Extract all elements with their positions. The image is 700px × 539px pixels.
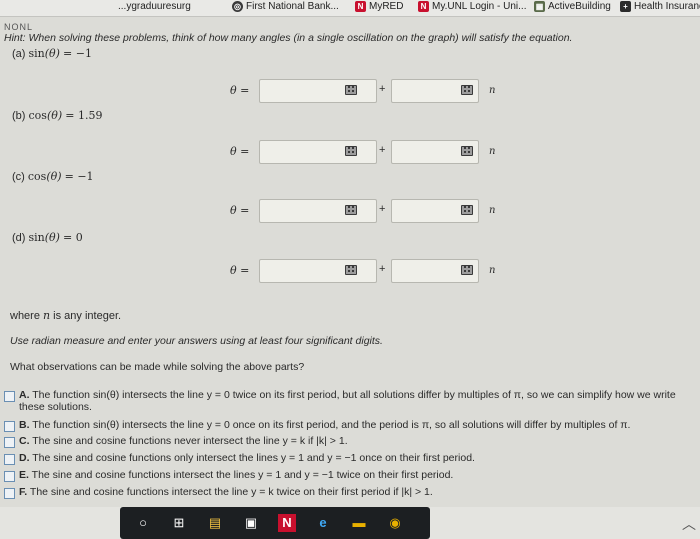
checkbox[interactable] <box>4 437 15 448</box>
plus-sign: + <box>379 144 386 156</box>
file-explorer-icon[interactable]: ▤ <box>206 514 224 532</box>
checkbox[interactable] <box>4 421 15 432</box>
keypad-icon[interactable] <box>345 146 357 156</box>
keypad-icon[interactable] <box>345 85 357 95</box>
bookmark-label: ...ygraduuresurg <box>118 1 191 12</box>
answer-input-a-base[interactable] <box>259 79 377 103</box>
hint-text: Hint: When solving these problems, think… <box>4 32 573 44</box>
bookmark-health-insurance[interactable]: + Health Insurance <box>620 1 700 12</box>
chrome-icon[interactable]: ◉ <box>386 514 404 532</box>
taskbar: ○ ⊞ ▤ ▣ N e ▬ ◉ ︿ <box>0 507 700 539</box>
keypad-icon[interactable] <box>345 265 357 275</box>
option-b-text: B. The function sin(θ) intersects the li… <box>19 419 631 431</box>
bookmark-label: First National Bank... <box>246 1 339 12</box>
taskbar-apps: ○ ⊞ ▤ ▣ N e ▬ ◉ <box>120 507 430 539</box>
option-e-text: E. The sine and cosine functions interse… <box>19 469 454 481</box>
bookmark-label: My.UNL Login - Uni... <box>432 1 527 12</box>
answer-input-b-base[interactable] <box>259 140 377 164</box>
files-icon[interactable]: ▬ <box>350 514 368 532</box>
n-variable: n <box>489 265 496 276</box>
checkbox[interactable] <box>4 454 15 465</box>
plus-sign: + <box>379 83 386 95</box>
bookmark-myred[interactable]: N MyRED <box>355 1 403 12</box>
option-e[interactable]: E. The sine and cosine functions interse… <box>4 469 694 482</box>
integer-note: where n is any integer. <box>10 309 122 322</box>
bookmark-first-national-bank[interactable]: ◎ First National Bank... <box>232 1 339 12</box>
edge-icon[interactable]: e <box>314 514 332 532</box>
bookmark-my-unl-login[interactable]: N My.UNL Login - Uni... <box>418 1 526 12</box>
option-c-text: C. The sine and cosine functions never i… <box>19 435 348 447</box>
answer-input-c-base[interactable] <box>259 199 377 223</box>
option-f[interactable]: F. The sine and cosine functions interse… <box>4 486 694 499</box>
problem-c-answer-row: θ = + n <box>0 199 700 223</box>
problem-page: NONL Hint: When solving these problems, … <box>0 17 700 507</box>
keypad-icon[interactable] <box>461 265 473 275</box>
plus-sign: + <box>379 203 386 215</box>
theta-label: θ = <box>230 264 250 277</box>
n-variable: n <box>489 205 496 216</box>
problem-b-answer-row: θ = + n <box>0 140 700 164</box>
n-variable: n <box>489 85 496 96</box>
option-d[interactable]: D. The sine and cosine functions only in… <box>4 452 694 465</box>
option-b[interactable]: B. The function sin(θ) intersects the li… <box>4 419 694 432</box>
chevron-up-icon[interactable]: ︿ <box>682 514 696 534</box>
bookmarks-bar: ...ygraduuresurg ◎ First National Bank..… <box>0 0 700 17</box>
problem-a-label: (a) sin(θ) = −1 <box>12 47 92 60</box>
option-c[interactable]: C. The sine and cosine functions never i… <box>4 435 694 448</box>
clipped-header: NONL <box>4 22 34 32</box>
plus-sign: + <box>379 263 386 275</box>
problem-a-answer-row: θ = + n <box>0 79 700 103</box>
keypad-icon[interactable] <box>345 205 357 215</box>
answer-input-d-base[interactable] <box>259 259 377 283</box>
theta-label: θ = <box>230 204 250 217</box>
problem-d-label: (d) sin(θ) = 0 <box>12 231 83 244</box>
option-a-text: A. The function sin(θ) intersects the li… <box>19 389 676 413</box>
n-logo-icon: N <box>355 1 366 12</box>
problem-c-label: (c) cos(θ) = −1 <box>12 170 94 183</box>
n-variable: n <box>489 146 496 157</box>
keypad-icon[interactable] <box>461 205 473 215</box>
keypad-icon[interactable] <box>461 85 473 95</box>
theta-label: θ = <box>230 84 250 97</box>
health-icon: + <box>620 1 631 12</box>
n-logo-icon: N <box>418 1 429 12</box>
problem-d-answer-row: θ = + n <box>0 259 700 283</box>
store-icon[interactable]: ▣ <box>242 514 260 532</box>
bookmark-label: MyRED <box>369 1 404 12</box>
theta-label: θ = <box>230 145 250 158</box>
building-icon: ▦ <box>534 1 545 12</box>
keypad-icon[interactable] <box>461 146 473 156</box>
bookmark-item[interactable]: ...ygraduuresurg <box>118 1 191 12</box>
radian-note: Use radian measure and enter your answer… <box>10 335 383 347</box>
bank-icon: ◎ <box>232 1 243 12</box>
bookmark-activebuilding[interactable]: ▦ ActiveBuilding <box>534 1 611 12</box>
n-app-icon[interactable]: N <box>278 514 296 532</box>
bookmark-label: ActiveBuilding <box>548 1 611 12</box>
checkbox[interactable] <box>4 488 15 499</box>
checkbox[interactable] <box>4 391 15 402</box>
task-view-icon[interactable]: ⊞ <box>170 514 188 532</box>
option-a[interactable]: A. The function sin(θ) intersects the li… <box>4 389 694 413</box>
search-circle-icon[interactable]: ○ <box>134 514 152 532</box>
option-d-text: D. The sine and cosine functions only in… <box>19 452 475 464</box>
observation-question: What observations can be made while solv… <box>10 361 305 373</box>
problem-b-label: (b) cos(θ) = 1.59 <box>12 109 103 122</box>
option-f-text: F. The sine and cosine functions interse… <box>19 486 433 498</box>
checkbox[interactable] <box>4 471 15 482</box>
bookmark-label: Health Insurance <box>634 1 700 12</box>
